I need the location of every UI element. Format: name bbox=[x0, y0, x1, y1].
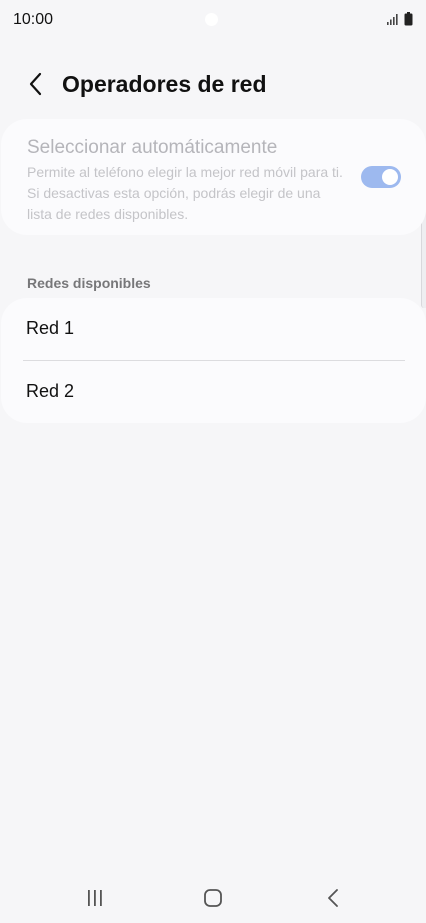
network-label: Red 1 bbox=[26, 318, 75, 338]
header: Operadores de red bbox=[0, 62, 426, 106]
screen: 10:00 Operadores de red Seleccionar auto… bbox=[0, 0, 426, 923]
auto-select-title: Seleccionar automáticamente bbox=[27, 137, 278, 158]
back-icon bbox=[328, 889, 338, 907]
page-title: Operadores de red bbox=[62, 71, 267, 97]
toggle-knob bbox=[382, 169, 398, 185]
back-button[interactable] bbox=[18, 66, 54, 102]
camera-cutout bbox=[205, 13, 218, 26]
recent-apps-button[interactable] bbox=[75, 883, 115, 913]
auto-select-description: Permite al teléfono elegir la mejor red … bbox=[27, 164, 343, 222]
recent-apps-icon bbox=[88, 890, 102, 906]
network-item-red-2[interactable]: Red 2 bbox=[1, 361, 426, 423]
network-item-red-1[interactable]: Red 1 bbox=[1, 298, 426, 360]
signal-icon bbox=[387, 14, 398, 25]
auto-select-toggle[interactable] bbox=[361, 166, 401, 188]
home-button[interactable] bbox=[193, 883, 233, 913]
status-bar: 10:00 bbox=[0, 0, 426, 40]
network-label: Red 2 bbox=[26, 381, 75, 401]
nav-back-button[interactable] bbox=[313, 883, 353, 913]
chevron-left-icon bbox=[29, 72, 42, 96]
available-networks-header: Redes disponibles bbox=[27, 275, 151, 291]
status-time: 10:00 bbox=[13, 11, 54, 28]
home-icon bbox=[204, 889, 222, 907]
auto-select-card[interactable]: Seleccionar automáticamente Permite al t… bbox=[1, 119, 426, 235]
navigation-bar bbox=[0, 873, 426, 923]
battery-icon bbox=[404, 12, 413, 26]
network-list: Red 1 Red 2 bbox=[1, 298, 426, 423]
